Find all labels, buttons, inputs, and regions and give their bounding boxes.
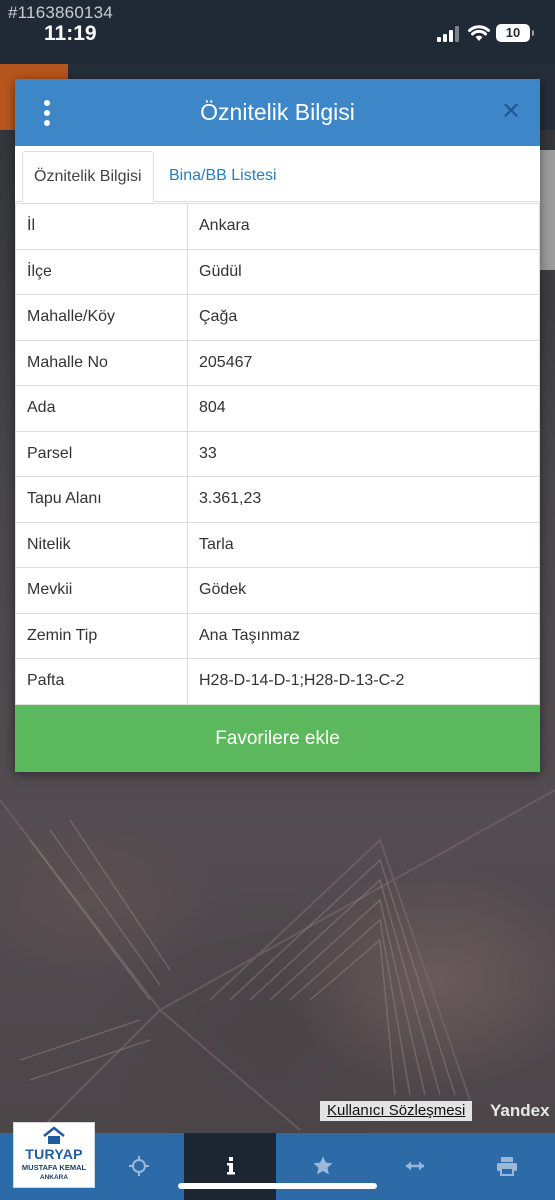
battery-icon: 10 [496, 24, 534, 42]
map-provider-logo: Yandex [490, 1101, 550, 1120]
terms-link[interactable]: Kullanıcı Sözleşmesi [320, 1101, 473, 1121]
dialog-tabs: Öznitelik Bilgisi Bina/BB Listesi [15, 146, 540, 203]
bottom-toolbar: TURYAP MUSTAFA KEMAL ANKARA [0, 1122, 555, 1200]
table-row: Mahalle/Köy Çağa [15, 294, 540, 341]
print-icon [497, 1157, 517, 1176]
signal-icon [437, 26, 459, 42]
locate-button[interactable] [92, 1133, 184, 1200]
row-key: İlçe [15, 248, 188, 295]
home-indicator[interactable] [178, 1183, 377, 1189]
row-value: Ankara [187, 203, 540, 250]
table-row: Ada 804 [15, 385, 540, 432]
row-value: 205467 [187, 339, 540, 386]
dialog-title: Öznitelik Bilgisi [200, 99, 355, 125]
watermark-id: #1163860134 [8, 3, 113, 22]
row-key: Mahalle/Köy [15, 294, 188, 341]
table-row: İl Ankara [15, 203, 540, 250]
row-key: Ada [15, 385, 188, 432]
favorites-button[interactable] [276, 1133, 368, 1200]
star-icon [313, 1156, 333, 1175]
print-button[interactable] [460, 1133, 552, 1200]
row-value: Tarla [187, 521, 540, 568]
house-logo-icon [43, 1126, 65, 1144]
row-key: Pafta [15, 658, 188, 705]
brand-city: ANKARA [39, 1174, 69, 1181]
add-to-favorites-button[interactable]: Favorilere ekle [15, 705, 540, 772]
table-row: Tapu Alanı 3.361,23 [15, 476, 540, 523]
table-row: Mevkii Gödek [15, 567, 540, 614]
row-value: Gödek [187, 567, 540, 614]
clock: 11:19 [44, 22, 97, 45]
brand-subtitle: MUSTAFA KEMAL [21, 1163, 87, 1172]
row-key: Zemin Tip [15, 612, 188, 659]
row-value: 804 [187, 385, 540, 432]
wifi-icon [468, 25, 490, 41]
row-key: Mevkii [15, 567, 188, 614]
info-icon [227, 1157, 235, 1175]
table-row: Nitelik Tarla [15, 521, 540, 568]
brand-logo: TURYAP MUSTAFA KEMAL ANKARA [13, 1122, 95, 1188]
row-value: Güdül [187, 248, 540, 295]
table-row: Zemin Tip Ana Taşınmaz [15, 612, 540, 659]
table-row: Pafta H28-D-14-D-1;H28-D-13-C-2 [15, 658, 540, 705]
row-key: Nitelik [15, 521, 188, 568]
brand-name: TURYAP [25, 1146, 83, 1162]
measure-button[interactable] [368, 1133, 460, 1200]
scrollbar[interactable] [540, 150, 555, 270]
row-value: Ana Taşınmaz [187, 612, 540, 659]
close-icon[interactable]: ✕ [500, 100, 522, 124]
row-value: 33 [187, 430, 540, 477]
table-row: Parsel 33 [15, 430, 540, 477]
status-bar: #1163860134 11:19 10 [0, 0, 555, 64]
measure-icon [406, 1161, 424, 1171]
row-value: 3.361,23 [187, 476, 540, 523]
info-button[interactable] [184, 1133, 276, 1200]
row-key: Mahalle No [15, 339, 188, 386]
row-value: Çağa [187, 294, 540, 341]
attribute-table: İl Ankara İlçe Güdül Mahalle/Köy Çağa Mahal… [15, 203, 540, 705]
crosshair-icon [129, 1156, 149, 1176]
table-row: İlçe Güdül [15, 248, 540, 295]
row-key: Tapu Alanı [15, 476, 188, 523]
attribute-info-dialog: Öznitelik Bilgisi ✕ Öznitelik Bilgisi Bi… [15, 79, 540, 772]
tab-building-list[interactable]: Bina/BB Listesi [158, 151, 288, 203]
more-options-icon[interactable] [42, 100, 52, 126]
row-key: Parsel [15, 430, 188, 477]
dialog-header: Öznitelik Bilgisi ✕ [15, 79, 540, 146]
row-key: İl [15, 203, 188, 250]
row-value: H28-D-14-D-1;H28-D-13-C-2 [187, 658, 540, 705]
tab-attribute-info[interactable]: Öznitelik Bilgisi [22, 151, 154, 203]
table-row: Mahalle No 205467 [15, 339, 540, 386]
